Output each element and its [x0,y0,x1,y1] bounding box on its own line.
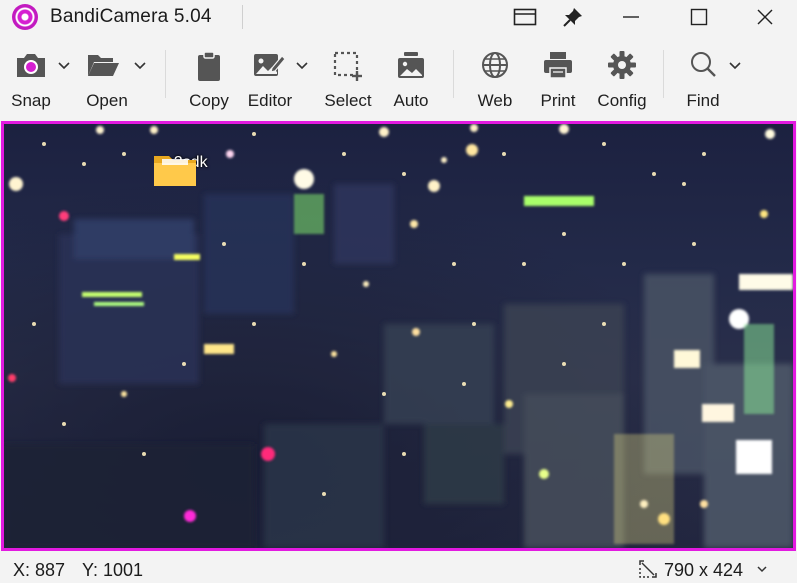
city-night-background [4,124,793,548]
snap-label: Snap [11,91,51,110]
pin-icon [563,8,582,27]
cursor-x-readout: X: 887 [13,560,66,580]
copy-label: Copy [189,91,229,110]
status-bar: X: 887 Y: 1001 790 x 424 [0,554,797,583]
resolution-chevron-down-icon[interactable] [757,566,767,573]
title-bar: BandiCamera 5.04 [0,0,797,34]
close-icon [757,9,773,25]
web-label: Web [477,91,513,110]
find-label: Find [686,91,720,110]
compact-view-icon [513,8,537,26]
clipboard-icon [198,51,220,81]
auto-label: Auto [393,91,429,110]
minimize-button[interactable] [608,0,654,34]
copy-button[interactable]: Copy [182,36,236,116]
select-label: Select [324,91,372,110]
printer-icon [544,52,572,79]
folder-icon [154,156,196,186]
print-button[interactable]: Print [531,36,585,116]
web-button[interactable]: Web [468,36,522,116]
editor-dropdown-chevron-icon[interactable] [296,62,308,70]
resolution-selector[interactable]: 790 x 424 [664,560,743,581]
config-button[interactable]: Config [592,36,652,116]
maximize-icon [690,8,708,26]
config-label: Config [597,91,647,110]
editor-label: Editor [247,91,293,110]
open-button[interactable]: Open [78,36,136,116]
search-icon [691,52,716,77]
open-label: Open [86,91,128,110]
auto-capture-icon [398,52,424,78]
capture-viewport[interactable]: m2sdk [1,121,796,551]
toolbar-divider [165,50,166,98]
close-button[interactable] [742,0,788,34]
editor-button[interactable]: Editor [240,36,300,116]
window-title: BandiCamera 5.04 [50,6,212,27]
find-button[interactable]: Find [676,36,730,116]
title-divider [242,5,243,29]
toolbar-divider [453,50,454,98]
compact-view-button[interactable] [502,0,548,34]
camera-icon [17,54,45,77]
toolbar: Snap Open Copy Editor Select Auto Web Pr… [0,36,797,120]
gear-icon [608,51,636,79]
pin-button[interactable] [550,0,596,34]
minimize-icon [623,16,639,18]
snap-dropdown-chevron-icon[interactable] [58,62,70,70]
globe-icon [482,52,508,78]
resize-icon[interactable] [638,559,658,579]
folder-open-icon [88,55,119,76]
print-label: Print [540,91,576,110]
open-dropdown-chevron-icon[interactable] [134,62,146,70]
find-dropdown-chevron-icon[interactable] [729,62,741,70]
image-edit-icon [253,54,286,76]
auto-button[interactable]: Auto [384,36,438,116]
select-button[interactable]: Select [318,36,378,116]
snap-button[interactable]: Snap [4,36,58,116]
desktop-folder[interactable]: m2sdk [152,150,216,186]
app-logo-icon [12,4,38,30]
select-region-icon [333,51,362,81]
cursor-y-readout: Y: 1001 [82,560,144,580]
toolbar-divider [663,50,664,98]
maximize-button[interactable] [676,0,722,34]
